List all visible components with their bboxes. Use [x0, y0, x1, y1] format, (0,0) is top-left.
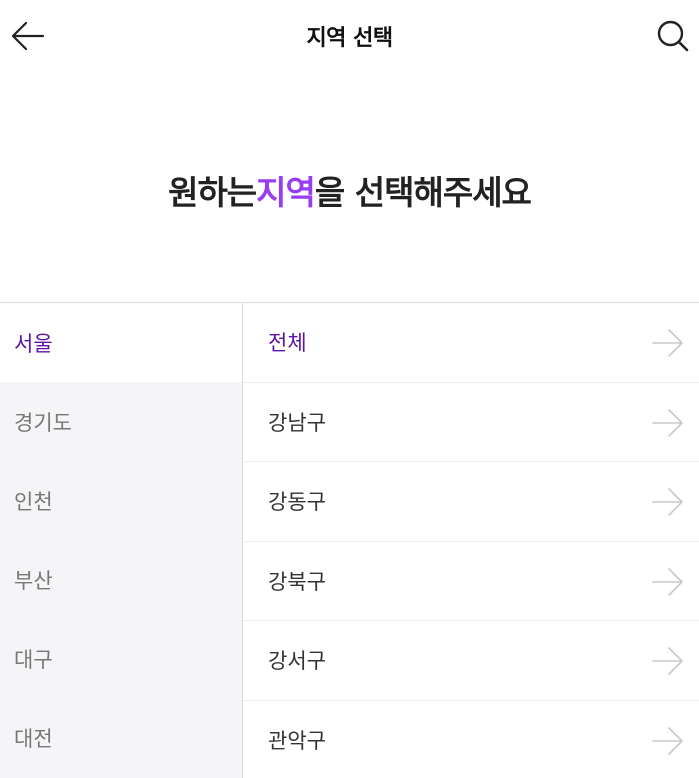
- district-item-gwanak[interactable]: 관악구: [244, 701, 699, 778]
- district-label: 강동구: [268, 490, 326, 515]
- province-item-seoul[interactable]: 서울: [0, 303, 242, 382]
- province-item-daejeon[interactable]: 대전: [0, 698, 242, 777]
- search-icon: [657, 20, 689, 52]
- district-item-gangnam[interactable]: 강남구: [244, 383, 699, 462]
- district-item-gangseo[interactable]: 강서구: [244, 621, 699, 701]
- province-list: 서울 경기도 인천 부산 대구 대전: [0, 303, 243, 778]
- district-label: 강남구: [268, 410, 326, 435]
- district-item-gangdong[interactable]: 강동구: [244, 462, 699, 542]
- district-label: 관악구: [268, 728, 326, 753]
- search-button[interactable]: [653, 16, 693, 56]
- arrow-left-icon: [11, 21, 45, 51]
- district-item-gangbuk[interactable]: 강북구: [244, 542, 699, 621]
- headline-accent: 지역: [256, 173, 316, 212]
- arrow-right-icon: [652, 488, 683, 516]
- province-item-incheon[interactable]: 인천: [0, 461, 242, 540]
- back-button[interactable]: [8, 16, 48, 56]
- district-label: 전체: [268, 331, 307, 356]
- arrow-right-icon: [652, 726, 683, 755]
- arrow-right-icon: [652, 329, 683, 357]
- district-label: 강서구: [268, 649, 326, 674]
- headline: 원하는 지역 을 선택해주세요: [0, 160, 699, 220]
- top-bar: 지역 선택: [0, 0, 699, 72]
- district-item-all[interactable]: 전체: [244, 303, 699, 383]
- district-list: 전체 강남구 강동구 강북구 강서구 관악구: [244, 303, 699, 778]
- arrow-right-icon: [652, 647, 683, 675]
- headline-text-after: 을 선택해주세요: [314, 173, 532, 212]
- region-select-screen: 지역 선택 원하는 지역 을 선택해주세요 서울 경기도 인천 부산 대구 대전 …: [0, 0, 699, 778]
- region-picker: 서울 경기도 인천 부산 대구 대전 전체 강남구 강동구 강북구 강서구 관악…: [0, 302, 699, 778]
- province-item-gyeonggi[interactable]: 경기도: [0, 382, 242, 461]
- arrow-right-icon: [652, 408, 683, 437]
- page-title: 지역 선택: [306, 26, 393, 51]
- district-label: 강북구: [268, 569, 326, 594]
- arrow-right-icon: [652, 567, 683, 596]
- province-item-busan[interactable]: 부산: [0, 540, 242, 619]
- province-item-daegu[interactable]: 대구: [0, 619, 242, 698]
- headline-text-before: 원하는: [168, 173, 257, 212]
